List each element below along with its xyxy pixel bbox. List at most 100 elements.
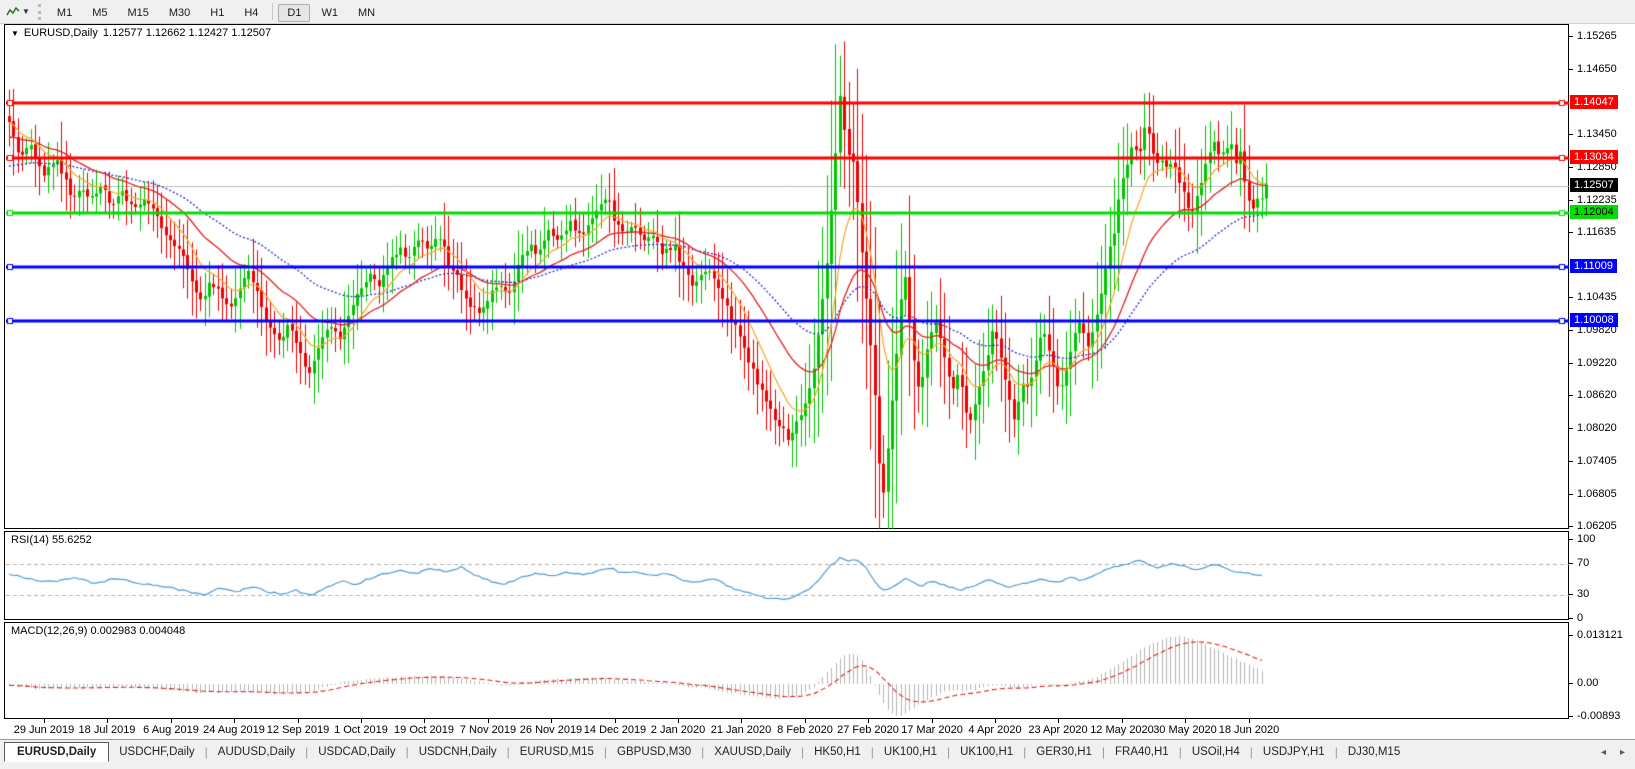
chart-tab-bar: EURUSD,Daily USDCHF,Daily | AUDUSD,Daily | US… — [0, 739, 1635, 764]
date-tick-mark — [995, 719, 996, 723]
chart-tab-audusd-daily[interactable]: AUDUSD,Daily — [208, 743, 305, 761]
date-tick-label: 18 Jun 2020 — [1218, 724, 1280, 736]
date-tick-mark — [107, 719, 108, 723]
rsi-tick-mark — [1569, 563, 1573, 564]
timeframe-button-mn[interactable]: MN — [349, 4, 384, 22]
timeframe-button-m5[interactable]: M5 — [83, 4, 116, 22]
toolbar-grip[interactable] — [37, 3, 41, 20]
date-tick-mark — [234, 719, 235, 723]
hline-price-label: 1.10008 — [1570, 313, 1618, 327]
date-tick-mark — [488, 719, 489, 723]
chart-tabs: EURUSD,Daily USDCHF,Daily | AUDUSD,Daily | US… — [0, 742, 1410, 762]
macd-tick-mark — [1569, 716, 1573, 717]
timeframe-button-w1[interactable]: W1 — [312, 4, 347, 22]
hline-price-label: 1.11009 — [1570, 259, 1617, 273]
price-tick-mark — [1569, 395, 1573, 396]
price-tick-mark — [1569, 494, 1573, 495]
price-tick-label: 1.09220 — [1577, 357, 1617, 369]
rsi-level-label: 70 — [1577, 557, 1590, 569]
timeframe-toolbar: ▼ M1 M5 M15 M30 H1 H4 D1 W1 MN — [0, 0, 1635, 24]
ohlc-values: 1.12577 1.12662 1.12427 1.12507 — [102, 27, 272, 39]
price-tick-label: 1.08620 — [1577, 389, 1617, 401]
date-tick-mark — [171, 719, 172, 723]
timeframe-button-m30[interactable]: M30 — [160, 4, 199, 22]
chart-tab-ger30-h1[interactable]: GER30,H1 — [1026, 743, 1102, 761]
chart-tab-fra40-h1[interactable]: FRA40,H1 — [1105, 743, 1179, 761]
hline-price-label: 1.14047 — [1570, 95, 1618, 109]
date-tick-mark — [298, 719, 299, 723]
chart-tab-usdjpy-h1[interactable]: USDJPY,H1 — [1253, 743, 1335, 761]
chart-tab-usdchf-daily[interactable]: USDCHF,Daily — [109, 743, 204, 761]
chart-tool-icon[interactable] — [4, 4, 22, 20]
hline-price-label: 1.12004 — [1570, 205, 1618, 219]
price-tick-label: 1.06205 — [1577, 520, 1617, 532]
timeframe-button-h4[interactable]: H4 — [235, 4, 267, 22]
price-chart-pane[interactable]: ▼ EURUSD,Daily 1.12577 1.12662 1.12427 1… — [4, 24, 1569, 529]
rsi-level-label: 30 — [1577, 588, 1590, 600]
macd-chart-canvas[interactable] — [6, 624, 1569, 719]
chart-tab-uk100-h1[interactable]: UK100,H1 — [950, 743, 1023, 761]
price-tick-label: 1.08020 — [1577, 422, 1617, 434]
chart-tab-hk50-h1[interactable]: HK50,H1 — [804, 743, 871, 761]
date-tick-mark — [361, 719, 362, 723]
timeframe-button-h1[interactable]: H1 — [201, 4, 233, 22]
date-tick-mark — [741, 719, 742, 723]
chart-tab-eurusd-m15[interactable]: EURUSD,M15 — [510, 743, 604, 761]
date-tick-mark — [1122, 719, 1123, 723]
macd-tick-mark — [1569, 635, 1573, 636]
chart-tab-gbpusd-m30[interactable]: GBPUSD,M30 — [607, 743, 701, 761]
hline-price-label: 1.13034 — [1570, 150, 1618, 164]
price-tick-label: 1.14650 — [1577, 63, 1617, 75]
price-tick-label: 1.13450 — [1577, 128, 1617, 140]
timeframe-buttons: M1 M5 M15 M30 H1 H4 D1 W1 MN — [47, 2, 385, 22]
rsi-chart-canvas[interactable] — [6, 533, 1569, 620]
chart-tab-dj30-m15[interactable]: DJ30,M15 — [1338, 743, 1410, 761]
date-tick-mark — [1249, 719, 1250, 723]
trading-app-window: ▼ M1 M5 M15 M30 H1 H4 D1 W1 MN ▼ EURUSD,Daily 1.… — [0, 0, 1635, 769]
chart-tab-usdcad-daily[interactable]: USDCAD,Daily — [308, 743, 405, 761]
price-tick-label: 1.11635 — [1577, 226, 1616, 238]
price-tick-label: 1.10435 — [1577, 291, 1617, 303]
macd-axis-label: 0.00 — [1577, 677, 1599, 689]
timeframe-button-m15[interactable]: M15 — [118, 4, 157, 22]
rsi-indicator-pane[interactable]: RSI(14) 55.6252 — [4, 531, 1569, 620]
candlestick-chart-canvas[interactable] — [6, 26, 1569, 529]
timeframe-button-m1[interactable]: M1 — [48, 4, 81, 22]
price-axis: 1.15265 1.14650 1.13450 1.12850 1.12235 1.116… — [1569, 24, 1635, 722]
macd-axis-label: 0.013121 — [1577, 629, 1623, 641]
chart-tab-uk100-h1[interactable]: UK100,H1 — [874, 743, 947, 761]
chart-tab-usoil-h4[interactable]: USOil,H4 — [1182, 743, 1250, 761]
time-axis: 29 Jun 2019 18 Jul 2019 6 Aug 2019 24 Aug 2… — [4, 719, 1569, 739]
date-tick-mark — [868, 719, 869, 723]
price-tick-label: 1.06805 — [1577, 488, 1617, 500]
current-price-label: 1.12507 — [1570, 178, 1618, 192]
timeframe-button-d1[interactable]: D1 — [278, 3, 311, 22]
price-tick-label: 1.07405 — [1577, 455, 1617, 467]
chart-tab-xauusd-daily[interactable]: XAUUSD,Daily — [704, 743, 801, 761]
tab-scroll-left-icon[interactable]: ◂ — [1601, 747, 1606, 758]
tab-scroll-arrows: ◂ ▸ — [1601, 747, 1625, 758]
rsi-label: RSI(14) 55.6252 — [11, 534, 92, 546]
date-tick-mark — [805, 719, 806, 723]
macd-tick-mark — [1569, 683, 1573, 684]
price-tick-mark — [1569, 69, 1573, 70]
price-tick-mark — [1569, 297, 1573, 298]
date-tick-mark — [44, 719, 45, 723]
rsi-tick-mark — [1569, 539, 1573, 540]
price-tick-mark — [1569, 232, 1573, 233]
date-tick-mark — [1058, 719, 1059, 723]
chart-tab-eurusd-daily[interactable]: EURUSD,Daily — [4, 742, 110, 762]
price-tick-mark — [1569, 200, 1573, 201]
price-tick-mark — [1569, 363, 1573, 364]
price-tick-mark — [1569, 330, 1573, 331]
price-tick-mark — [1569, 134, 1573, 135]
toolbar-separator — [272, 2, 274, 20]
chart-title: ▼ EURUSD,Daily 1.12577 1.12662 1.12427 1… — [11, 27, 271, 39]
macd-indicator-pane[interactable]: MACD(12,26,9) 0.002983 0.004048 — [4, 622, 1569, 719]
collapse-triangle-icon[interactable]: ▼ — [11, 29, 19, 38]
date-tick-mark — [615, 719, 616, 723]
chart-tab-usdcnh-daily[interactable]: USDCNH,Daily — [409, 743, 507, 761]
price-tick-label: 1.15265 — [1577, 30, 1617, 42]
chart-tool-dropdown-icon[interactable]: ▼ — [22, 7, 30, 16]
tab-scroll-right-icon[interactable]: ▸ — [1620, 747, 1625, 758]
